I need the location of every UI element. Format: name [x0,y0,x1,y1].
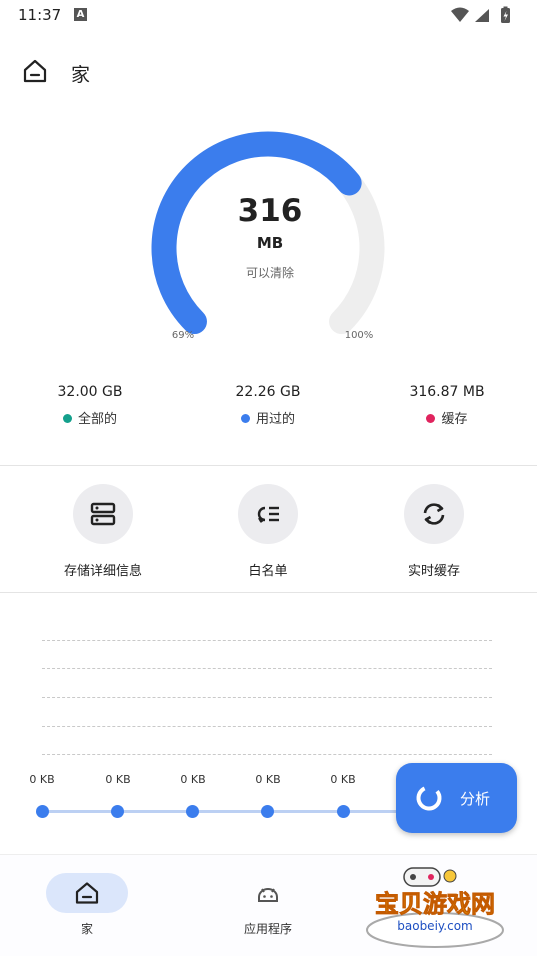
grid-line [42,697,492,698]
chart-point [186,805,199,818]
analyze-button[interactable]: 分析 [396,763,517,833]
chart-point [337,805,350,818]
stat-cache: 316.87 MB 缓存 [362,384,532,427]
status-bar: 11:37 A [0,0,537,32]
realtime-cache-button[interactable]: 实时缓存 [369,484,499,579]
status-icons [451,6,510,23]
svg-text:宝贝游戏网: 宝贝游戏网 [375,890,495,918]
quick-actions: 存储详细信息 白名单 实时缓存 [0,484,537,584]
stat-used: 22.26 GB 用过的 [183,384,353,427]
point-label: 0 KB [29,773,55,786]
storage-gauge: 316 MB 可以清除 69% 100% [140,128,400,358]
point-label: 0 KB [105,773,131,786]
chart-point [111,805,124,818]
chart-point [36,805,49,818]
legend-dot [62,414,72,423]
analyze-label: 分析 [460,790,491,808]
app-header: 家 [0,50,537,96]
grid-line [42,668,492,669]
battery-icon [501,6,510,23]
nav-label: 家 [80,922,93,936]
nav-item-apps[interactable]: 应用程序 [208,873,328,937]
gauge-start-label: 69% [171,330,195,341]
gauge-unit: MB [256,234,284,252]
whitelist-icon [257,506,279,523]
legend-dot [426,414,436,423]
nav-label: 应用程序 [243,922,292,936]
notification-icon: A [74,8,87,21]
stat-label: 缓存 [441,412,468,427]
action-label: 实时缓存 [407,564,460,579]
gauge-fill [151,131,362,335]
stat-value: 316.87 MB [409,384,485,400]
action-label: 存储详细信息 [63,564,142,579]
grid-line [42,754,492,755]
stat-value: 32.00 GB [57,384,123,400]
page-title: 家 [71,64,91,86]
analyze-icon [416,785,442,811]
divider [0,465,537,466]
point-label: 0 KB [255,773,281,786]
storage-details-button[interactable]: 存储详细信息 [38,484,168,579]
legend-dot [240,414,250,423]
divider [0,592,537,593]
gauge-caption: 可以清除 [245,266,294,280]
app-screen: 11:37 A 家 316 MB 可以清除 69% 100% 32.00 GB … [0,0,537,956]
stat-label: 全部的 [77,412,117,427]
storage-icon [90,502,116,526]
stat-total: 32.00 GB 全部的 [5,384,175,427]
nav-item-home[interactable]: 家 [27,873,147,937]
grid-line [42,726,492,727]
svg-text:baobeiy.com: baobeiy.com [397,919,472,933]
stat-label: 用过的 [255,412,295,427]
stat-value: 22.26 GB [235,384,301,400]
point-label: 0 KB [330,773,356,786]
chart-point [261,805,274,818]
grid-line [42,640,492,641]
sync-icon [423,503,445,525]
signal-icon [475,9,489,22]
whitelist-button[interactable]: 白名单 [203,484,333,579]
home-icon [75,882,99,904]
storage-stats: 32.00 GB 全部的 22.26 GB 用过的 316.87 MB 缓存 [0,384,537,434]
wifi-icon [451,7,469,22]
action-label: 白名单 [248,564,288,579]
gauge-end-label: 100% [344,330,374,341]
watermark-logo: 宝贝游戏网 baobeiy.com [366,867,504,948]
home-icon[interactable] [22,58,48,84]
status-time: 11:37 [18,6,62,24]
android-icon [258,888,278,902]
gauge-value: 316 [237,193,303,229]
point-label: 0 KB [180,773,206,786]
